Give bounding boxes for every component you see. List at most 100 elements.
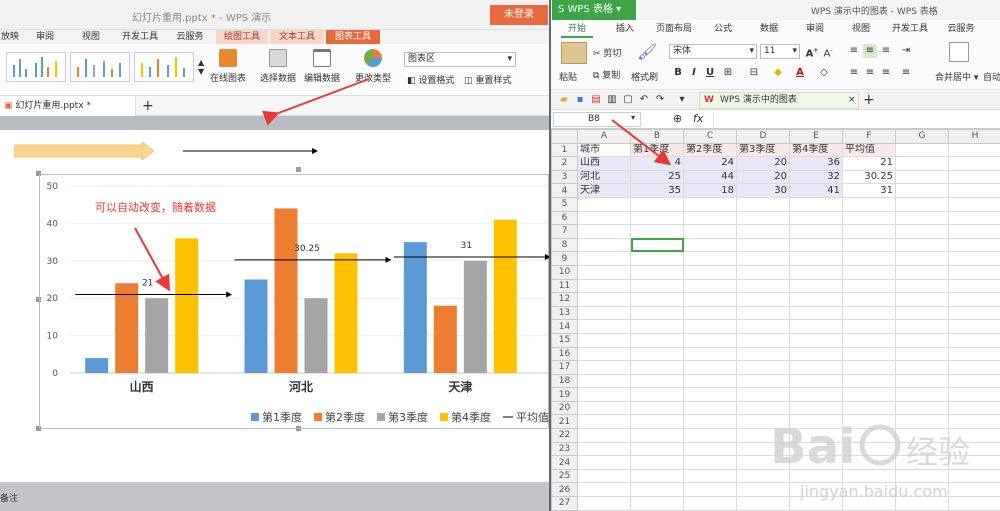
login-button[interactable]: 未登录: [490, 5, 548, 25]
merge-center-icon[interactable]: [949, 42, 969, 62]
cell[interactable]: [895, 224, 949, 239]
cell[interactable]: [577, 278, 631, 294]
cell[interactable]: [789, 360, 843, 375]
decrease-font-icon[interactable]: A-: [821, 44, 835, 59]
cell[interactable]: [630, 360, 684, 375]
copy-button[interactable]: ⧉ 复制: [593, 68, 620, 81]
column-header[interactable]: C: [683, 129, 737, 144]
cell[interactable]: [895, 183, 949, 198]
cell[interactable]: [842, 360, 896, 375]
cell[interactable]: 21: [842, 156, 896, 171]
cell[interactable]: [736, 237, 790, 253]
cell[interactable]: [736, 373, 790, 389]
cell[interactable]: 天津: [577, 183, 631, 198]
row-header[interactable]: 3: [551, 169, 578, 185]
cell[interactable]: [577, 305, 631, 321]
cell[interactable]: [789, 319, 843, 334]
add-tab-icon[interactable]: +: [142, 96, 154, 116]
cell[interactable]: [577, 468, 631, 484]
menu-insert[interactable]: 插入: [609, 20, 641, 38]
cell[interactable]: [895, 319, 949, 334]
cell[interactable]: [683, 468, 737, 484]
cell[interactable]: [736, 387, 790, 402]
cell[interactable]: [948, 373, 1000, 389]
align-bottom-icon[interactable]: ≡: [879, 44, 893, 58]
cell[interactable]: [948, 264, 1000, 280]
menu-formula[interactable]: 公式: [709, 20, 737, 38]
cell[interactable]: 城市: [577, 142, 631, 158]
cell[interactable]: [683, 319, 737, 334]
row-header[interactable]: 17: [551, 360, 578, 375]
cell[interactable]: [842, 373, 896, 389]
clear-format-icon[interactable]: ◇: [817, 66, 831, 80]
cell[interactable]: [895, 332, 949, 348]
cell[interactable]: [736, 305, 790, 321]
reset-style-button[interactable]: ◫ 重置样式: [464, 73, 511, 86]
cell[interactable]: 31: [842, 183, 896, 198]
cell[interactable]: 第2季度: [683, 142, 737, 158]
cell[interactable]: [842, 292, 896, 307]
cell[interactable]: [577, 482, 631, 498]
cell[interactable]: [630, 373, 684, 389]
row-header[interactable]: 21: [551, 414, 578, 430]
cell[interactable]: [789, 237, 843, 253]
menu-slideshow[interactable]: 放映: [0, 30, 20, 44]
cell[interactable]: [736, 346, 790, 362]
align-middle-icon[interactable]: ≡: [863, 44, 877, 58]
cell[interactable]: [895, 169, 949, 185]
cell[interactable]: [789, 196, 843, 212]
edit-data-button[interactable]: 编辑数据: [302, 47, 342, 84]
cell[interactable]: [948, 224, 1000, 239]
cell[interactable]: [630, 210, 684, 226]
cell[interactable]: 第1季度: [630, 142, 684, 158]
column-header[interactable]: A: [577, 129, 631, 144]
cell[interactable]: 河北: [577, 169, 631, 185]
close-icon[interactable]: ×: [848, 93, 856, 108]
cell[interactable]: [577, 237, 631, 253]
cell[interactable]: [683, 210, 737, 226]
cell[interactable]: 20: [736, 156, 790, 171]
fx-icon[interactable]: fx: [693, 112, 703, 125]
row-header[interactable]: 13: [551, 305, 578, 321]
cell[interactable]: [736, 196, 790, 212]
menu-text-tools[interactable]: 文本工具: [270, 30, 324, 44]
row-header[interactable]: 18: [551, 373, 578, 389]
cell[interactable]: [948, 183, 1000, 198]
cell[interactable]: [895, 346, 949, 362]
cell[interactable]: [895, 305, 949, 321]
row-header[interactable]: 7: [551, 224, 578, 239]
row-header[interactable]: 25: [551, 468, 578, 484]
cell[interactable]: [948, 319, 1000, 334]
menu-dev-tools[interactable]: 开发工具: [116, 30, 164, 44]
cell[interactable]: [577, 346, 631, 362]
document-tab[interactable]: W WPS 演示中的图表 ×: [699, 92, 859, 109]
cut-button[interactable]: ✂ 剪切: [593, 46, 621, 59]
cell[interactable]: [630, 264, 684, 280]
row-header[interactable]: 10: [551, 264, 578, 280]
cell[interactable]: [948, 332, 1000, 348]
menu-dev-tools[interactable]: 开发工具: [887, 20, 933, 38]
row-header[interactable]: 5: [551, 196, 578, 212]
cell[interactable]: [736, 264, 790, 280]
cell[interactable]: [842, 346, 896, 362]
cell[interactable]: 36: [789, 156, 843, 171]
row-header[interactable]: 24: [551, 455, 578, 470]
menu-chart-tools[interactable]: 图表工具: [326, 30, 380, 44]
chevron-down-icon[interactable]: ▾: [631, 113, 635, 122]
print-icon[interactable]: ▥: [605, 93, 619, 107]
cell[interactable]: [948, 278, 1000, 294]
cell[interactable]: [948, 156, 1000, 171]
row-header[interactable]: 22: [551, 428, 578, 443]
cell[interactable]: [630, 237, 684, 253]
cell[interactable]: [948, 237, 1000, 253]
cell[interactable]: 山西: [577, 156, 631, 171]
chart-style-thumb-1[interactable]: [6, 52, 66, 82]
cell[interactable]: [736, 332, 790, 348]
font-color-icon[interactable]: A: [793, 66, 807, 80]
cell[interactable]: [895, 360, 949, 375]
row-header[interactable]: 6: [551, 210, 578, 226]
row-header[interactable]: 4: [551, 183, 578, 198]
bold-icon[interactable]: B: [671, 66, 685, 80]
cell[interactable]: [577, 496, 631, 511]
menu-page-layout[interactable]: 页面布局: [651, 20, 697, 38]
